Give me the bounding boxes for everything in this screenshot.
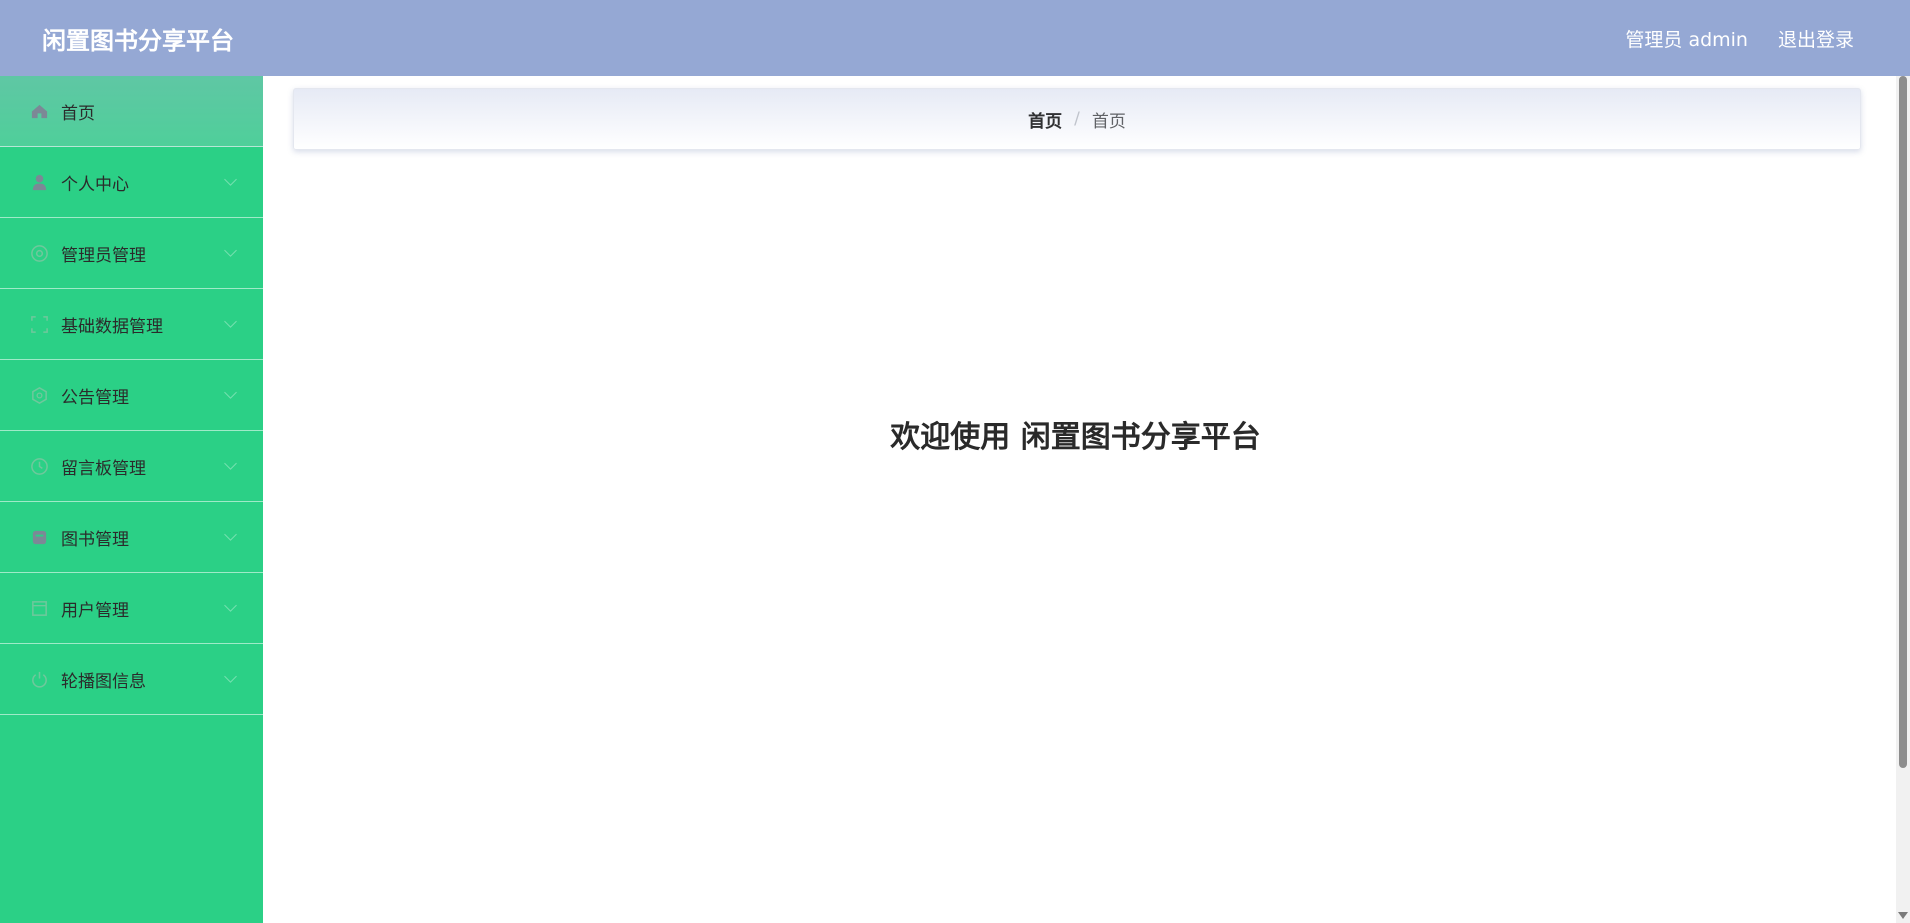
- sidebar-item-label: 用户管理: [61, 600, 129, 621]
- sidebar-item-notice[interactable]: 公告管理: [0, 360, 263, 431]
- welcome-heading: 欢迎使用 闲置图书分享平台: [890, 420, 1261, 455]
- app-root: 闲置图书分享平台 管理员 admin 退出登录 首页 个人中心 管理员管理 基础…: [0, 0, 1910, 923]
- sidebar: 首页 个人中心 管理员管理 基础数据管理 公告管理 留言板管理 图书管理 用户管…: [0, 76, 263, 923]
- sidebar-item-label: 基础数据管理: [61, 316, 163, 337]
- top-header: 闲置图书分享平台 管理员 admin 退出登录: [0, 0, 1910, 76]
- sidebar-item-label: 个人中心: [61, 174, 129, 195]
- current-user-label: 管理员 admin: [1625, 28, 1748, 51]
- sidebar-item-books[interactable]: 图书管理: [0, 502, 263, 573]
- chevron-down-icon: [224, 457, 237, 470]
- chevron-down-icon: [224, 244, 237, 257]
- home-icon: [30, 102, 49, 121]
- breadcrumb: 首页 / 首页: [293, 88, 1861, 150]
- sidebar-item-admin[interactable]: 管理员管理: [0, 218, 263, 289]
- chevron-down-icon: [224, 599, 237, 612]
- message-icon: [30, 457, 49, 476]
- sidebar-item-home[interactable]: 首页: [0, 76, 263, 147]
- book-icon: [30, 528, 49, 547]
- sidebar-item-label: 公告管理: [61, 387, 129, 408]
- app-title: 闲置图书分享平台: [42, 26, 234, 55]
- breadcrumb-home[interactable]: 首页: [1028, 107, 1062, 132]
- scroll-down-arrow-icon[interactable]: [1898, 912, 1908, 919]
- users-icon: [30, 599, 49, 618]
- sidebar-item-label: 留言板管理: [61, 458, 146, 479]
- sidebar-item-label: 首页: [61, 103, 95, 124]
- breadcrumb-separator: /: [1074, 109, 1080, 129]
- chevron-down-icon: [224, 315, 237, 328]
- sidebar-item-users[interactable]: 用户管理: [0, 573, 263, 644]
- user-icon: [30, 173, 49, 192]
- sidebar-item-message[interactable]: 留言板管理: [0, 431, 263, 502]
- breadcrumb-current: 首页: [1091, 111, 1126, 132]
- chevron-down-icon: [224, 528, 237, 541]
- carousel-icon: [30, 670, 49, 689]
- sidebar-item-label: 图书管理: [61, 529, 129, 550]
- vertical-scrollbar[interactable]: [1896, 76, 1910, 923]
- sidebar-item-label: 轮播图信息: [61, 671, 146, 692]
- scrollbar-thumb[interactable]: [1899, 76, 1907, 768]
- chevron-down-icon: [224, 670, 237, 683]
- sidebar-item-basic-data[interactable]: 基础数据管理: [0, 289, 263, 360]
- notice-icon: [30, 386, 49, 405]
- header-user-area: 管理员 admin 退出登录: [1625, 25, 1854, 52]
- logout-button[interactable]: 退出登录: [1778, 25, 1854, 52]
- data-icon: [30, 315, 49, 334]
- sidebar-item-label: 管理员管理: [61, 245, 146, 266]
- admin-icon: [30, 244, 49, 263]
- chevron-down-icon: [224, 173, 237, 186]
- sidebar-item-profile[interactable]: 个人中心: [0, 147, 263, 218]
- main-content: 首页 / 首页 欢迎使用 闲置图书分享平台: [263, 76, 1910, 923]
- chevron-down-icon: [224, 386, 237, 399]
- sidebar-item-carousel[interactable]: 轮播图信息: [0, 644, 263, 715]
